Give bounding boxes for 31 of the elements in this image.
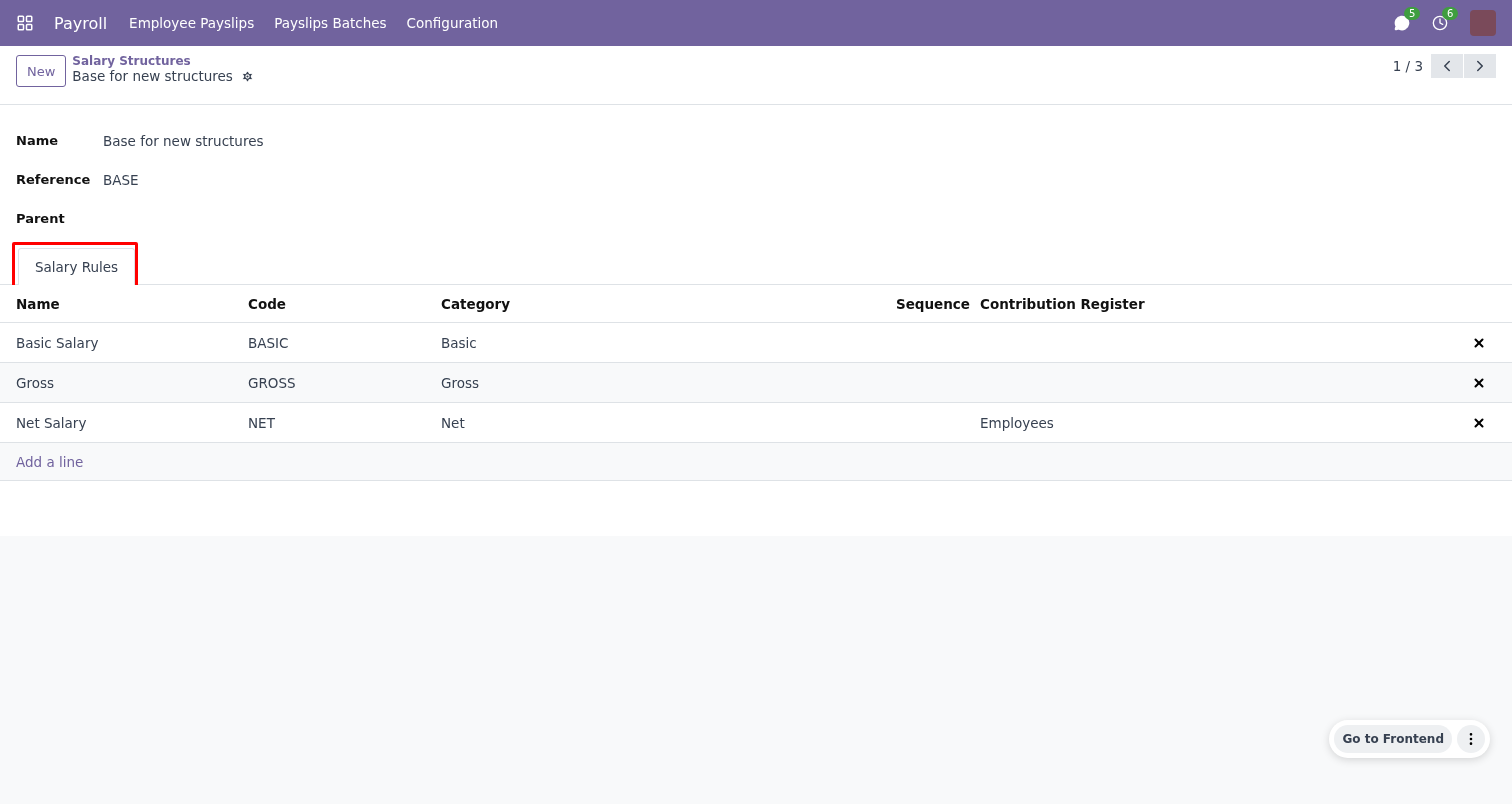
new-button[interactable]: New: [16, 55, 67, 87]
pager-counter: 1 / 3: [1392, 58, 1423, 74]
go-to-frontend-button[interactable]: Go to Frontend: [1334, 725, 1452, 753]
tab[interactable]: Salary Rules: [18, 248, 136, 285]
previous-button[interactable]: [1431, 54, 1463, 78]
field-label: Name: [16, 133, 59, 148]
breadcrumb-link[interactable]: Salary Structures: [72, 54, 254, 68]
field-label: Parent: [16, 211, 66, 226]
chat-icon[interactable]: [1394, 15, 1410, 31]
field-value[interactable]: Base for new structures: [103, 132, 264, 149]
field-label: Reference: [16, 172, 92, 187]
menu-item[interactable]: Employee Payslips: [129, 15, 255, 31]
menu-item[interactable]: Payslips Batches: [274, 15, 387, 31]
delete-icon[interactable]: [1472, 415, 1486, 430]
delete-icon[interactable]: [1472, 335, 1486, 350]
activities-badge: 6: [1442, 7, 1459, 20]
record-title: Base for new structures: [72, 68, 233, 84]
settings-icon[interactable]: [240, 69, 254, 83]
table-cell: Gross: [441, 363, 841, 403]
app-name[interactable]: Payroll: [54, 13, 108, 33]
apps-menu-icon[interactable]: [16, 14, 34, 32]
menu-item[interactable]: Configuration: [406, 15, 499, 31]
messages-badge: 5: [1404, 7, 1421, 20]
column-header[interactable]: Name: [0, 285, 248, 323]
add-line-link[interactable]: Add a line: [16, 453, 84, 470]
clock-icon[interactable]: [1432, 15, 1448, 31]
next-button[interactable]: [1464, 54, 1496, 78]
field-value[interactable]: BASE: [103, 171, 139, 188]
delete-icon[interactable]: [1472, 375, 1486, 390]
table-cell: GROSS: [248, 363, 441, 403]
table-cell: Gross: [0, 363, 248, 403]
